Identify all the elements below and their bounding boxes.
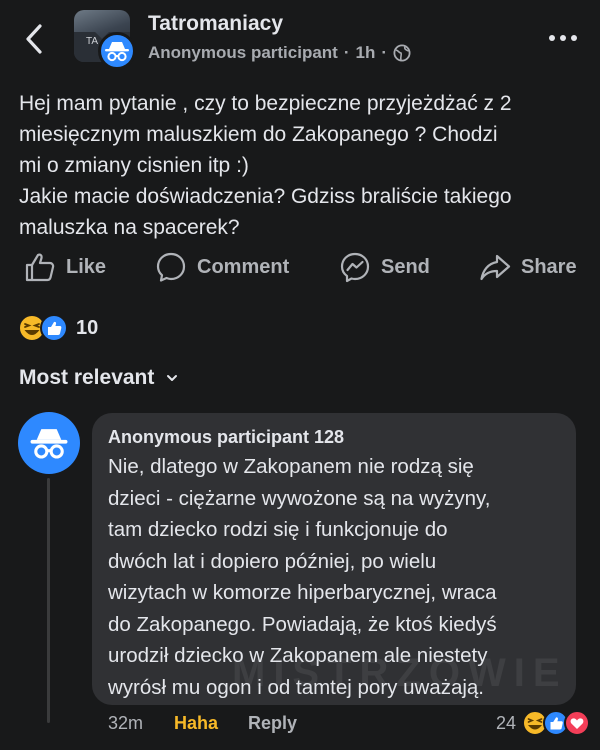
comment-avatar[interactable]	[18, 412, 80, 474]
comment-footer: 32m Haha Reply 24	[108, 709, 596, 737]
post-author[interactable]: Anonymous participant	[148, 43, 338, 63]
comment-icon	[156, 252, 186, 282]
like-label: Like	[66, 255, 107, 278]
group-avatar-label: TA	[86, 36, 99, 47]
reply-button[interactable]: Reply	[248, 713, 297, 734]
send-button[interactable]: Send	[339, 246, 430, 288]
comment-reaction-count: 24	[495, 712, 516, 733]
meta-separator: ·	[381, 43, 388, 62]
group-name[interactable]: Tatromaniacy	[148, 12, 283, 36]
back-button[interactable]	[22, 22, 48, 56]
post-header: TA Tatromaniacy Anonymous participant · …	[0, 0, 600, 80]
post-meta: Anonymous participant · 1h ·	[148, 43, 411, 63]
anonymous-avatar	[98, 32, 136, 70]
sort-label: Most relevant	[19, 366, 155, 389]
comment-bubble[interactable]: Anonymous participant 128 Nie, dlatego w…	[92, 413, 576, 705]
watermark: MISTRZOWIE	[232, 651, 568, 695]
comment-reaction-button[interactable]: Haha	[174, 713, 218, 734]
meta-separator: ·	[343, 43, 350, 62]
share-label: Share	[521, 255, 577, 278]
thread-line	[47, 478, 50, 723]
comment-time[interactable]: 32m	[108, 713, 143, 734]
share-button[interactable]: Share	[479, 246, 577, 288]
chevron-down-icon	[167, 375, 178, 381]
chevron-left-icon	[26, 24, 42, 54]
share-arrow-icon	[480, 254, 511, 281]
send-label: Send	[381, 255, 430, 278]
reaction-icons	[18, 314, 68, 342]
comment-reaction-icons	[522, 710, 590, 736]
comment-sort-dropdown[interactable]: Most relevant	[19, 366, 178, 390]
comment-button[interactable]: Comment	[155, 246, 289, 288]
more-dots-icon	[549, 35, 577, 41]
like-button[interactable]: Like	[24, 246, 106, 288]
reaction-count: 10	[76, 316, 99, 339]
incognito-icon	[105, 42, 129, 62]
incognito-icon	[30, 429, 68, 459]
comment-reactions[interactable]: 24	[496, 709, 590, 737]
post-actions: Like Comment Send Share	[0, 246, 600, 288]
comment-label: Comment	[197, 255, 290, 278]
globe-icon	[393, 44, 411, 62]
messenger-icon	[340, 252, 370, 283]
comment-author[interactable]: Anonymous participant 128	[108, 427, 344, 448]
more-options-button[interactable]	[546, 28, 580, 48]
thumbs-up-icon	[25, 253, 55, 282]
reactions-summary[interactable]: 10	[18, 313, 98, 343]
post-time[interactable]: 1h	[356, 43, 376, 63]
post-text: Hej mam pytanie , czy to bezpieczne przy…	[19, 92, 512, 239]
